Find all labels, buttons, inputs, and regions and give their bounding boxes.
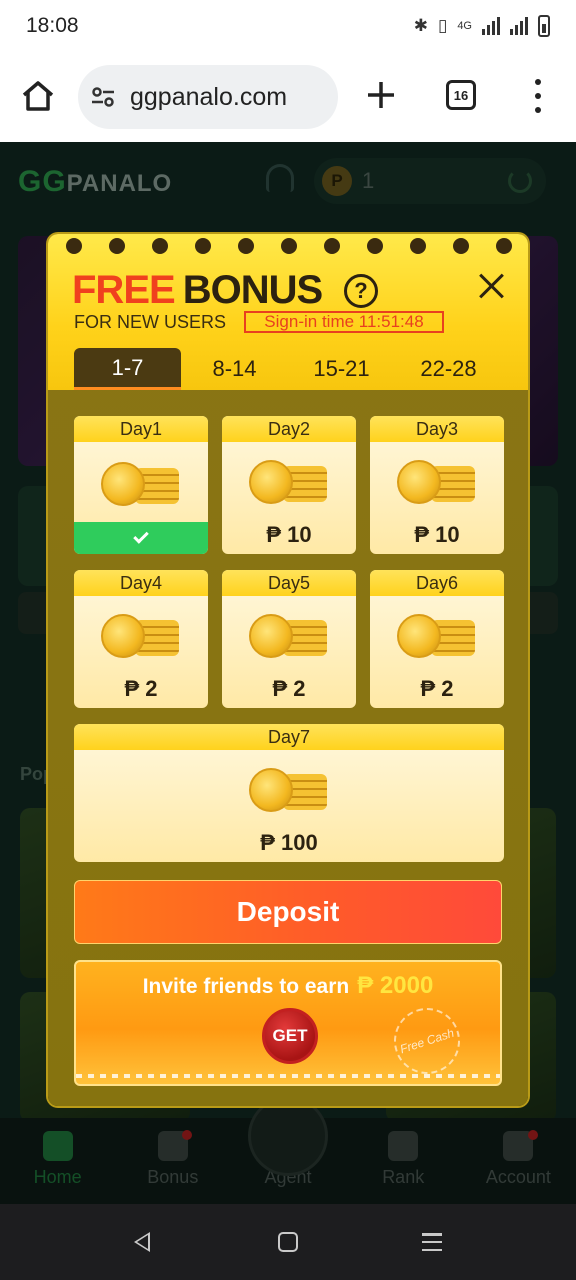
status-icons: ✱ ▯ 4G xyxy=(414,15,550,37)
home-circle-icon[interactable] xyxy=(278,1232,298,1252)
address-bar[interactable]: ggpanalo.com xyxy=(78,65,338,129)
signal-icon-2 xyxy=(510,17,528,35)
network-type: 4G xyxy=(457,20,472,32)
back-icon[interactable] xyxy=(134,1232,150,1252)
coin-stack-icon xyxy=(397,614,477,658)
get-button[interactable]: GET xyxy=(262,1008,318,1064)
coin-stack-icon xyxy=(249,768,329,812)
new-tab-icon[interactable] xyxy=(364,78,398,112)
bluetooth-icon: ✱ xyxy=(413,16,428,35)
day-reward-amount: ₱ 10 xyxy=(266,522,312,547)
tab-15-21[interactable]: 15-21 xyxy=(288,348,395,390)
day-range-tabs: 1-7 8-14 15-21 22-28 xyxy=(74,348,502,390)
tab-switcher-button[interactable]: 16 xyxy=(446,80,476,110)
check-icon xyxy=(133,528,149,544)
day-reward-amount: ₱ 100 xyxy=(260,830,318,855)
coin-stack-icon xyxy=(101,462,181,506)
coin-stack-icon xyxy=(249,614,329,658)
more-menu-icon[interactable] xyxy=(528,79,548,113)
day-card-6[interactable]: Day6 ₱ 2 xyxy=(370,570,504,708)
status-time: 18:08 xyxy=(26,14,79,37)
modal-subtitle: FOR NEW USERS xyxy=(74,312,227,332)
free-bonus-modal: FREE BONUS ? FOR NEW USERS Sign-in time 1… xyxy=(48,234,528,1106)
claimed-indicator xyxy=(74,522,208,554)
battery-icon xyxy=(538,15,550,37)
day-reward-amount: ₱ 10 xyxy=(414,522,460,547)
coin-stack-icon xyxy=(101,614,181,658)
invite-friends-card[interactable]: Invite friends to earn ₱ 2000 GET Free Ca… xyxy=(74,960,502,1086)
binder-holes xyxy=(66,238,512,254)
ticket-perforation xyxy=(76,1074,500,1078)
site-settings-icon[interactable] xyxy=(90,84,116,110)
day-card-1[interactable]: Day1 xyxy=(74,416,208,554)
invite-text: Invite friends to earn ₱ 2000 xyxy=(142,972,434,999)
signin-timer: Sign-in time 11:51:48 xyxy=(244,311,444,333)
home-icon[interactable] xyxy=(20,78,56,114)
day-card-5[interactable]: Day5 ₱ 2 xyxy=(222,570,356,708)
tab-1-7[interactable]: 1-7 xyxy=(74,348,181,390)
signal-icon xyxy=(482,17,500,35)
day-reward-amount: ₱ 2 xyxy=(124,676,158,701)
android-nav-bar xyxy=(0,1204,576,1280)
day-card-2[interactable]: Day2 ₱ 10 xyxy=(222,416,356,554)
tab-22-28[interactable]: 22-28 xyxy=(395,348,502,390)
day-reward-amount: ₱ 2 xyxy=(420,676,454,701)
help-icon[interactable]: ? xyxy=(344,274,378,308)
url-text: ggpanalo.com xyxy=(130,82,288,111)
day-reward-amount: ₱ 2 xyxy=(272,676,306,701)
deposit-button[interactable]: Deposit xyxy=(74,880,502,944)
browser-toolbar: ggpanalo.com 16 xyxy=(0,52,576,142)
status-bar: 18:08 ✱ ▯ 4G xyxy=(0,0,576,52)
modal-header: FREE BONUS ? FOR NEW USERS Sign-in time 1… xyxy=(48,234,528,390)
recents-icon[interactable] xyxy=(422,1233,442,1251)
day-card-4[interactable]: Day4 ₱ 2 xyxy=(74,570,208,708)
vibrate-icon: ▯ xyxy=(437,16,448,35)
day-card-7[interactable]: Day7 ₱ 100 xyxy=(74,724,504,862)
coin-stack-icon xyxy=(397,460,477,504)
close-icon[interactable] xyxy=(478,272,506,300)
day-card-3[interactable]: Day3 ₱ 10 xyxy=(370,416,504,554)
modal-title: FREE BONUS xyxy=(72,268,323,312)
tab-8-14[interactable]: 8-14 xyxy=(181,348,288,390)
free-cash-stamp: Free Cash xyxy=(385,999,469,1083)
coin-stack-icon xyxy=(249,460,329,504)
invite-amount: ₱ 2000 xyxy=(357,972,434,999)
